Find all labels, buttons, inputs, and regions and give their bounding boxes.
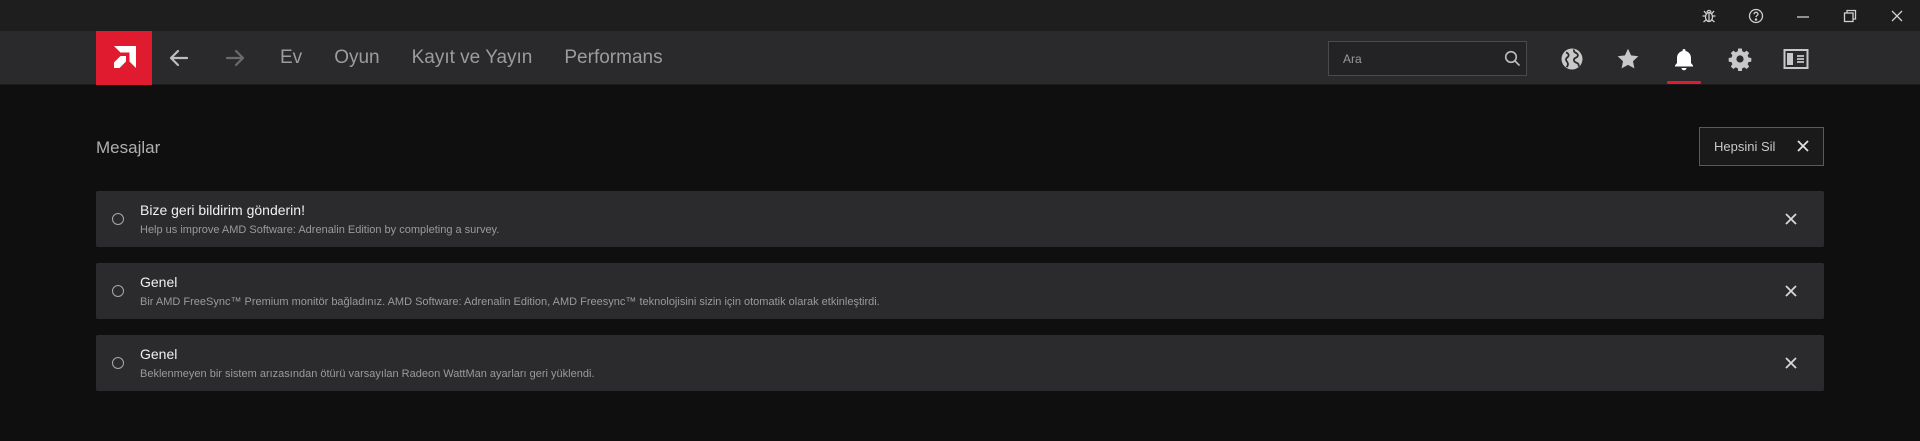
- nav-bar: Ev Oyun Kayıt ve Yayın Performans: [0, 31, 1920, 85]
- search-input[interactable]: [1343, 51, 1498, 66]
- title-bar: [0, 0, 1920, 31]
- sidebar-toggle-icon[interactable]: [1779, 42, 1813, 76]
- message-card[interactable]: Bize geri bildirim gönderin! Help us imp…: [96, 191, 1824, 247]
- dismiss-icon[interactable]: [1782, 282, 1800, 300]
- globe-icon[interactable]: [1555, 42, 1589, 76]
- close-icon: [1795, 138, 1811, 157]
- message-body: Beklenmeyen bir sistem arızasından ötürü…: [140, 368, 595, 380]
- search-icon[interactable]: [1498, 42, 1526, 75]
- help-icon[interactable]: [1732, 0, 1779, 31]
- minimize-icon[interactable]: [1779, 0, 1826, 31]
- clear-all-button[interactable]: Hepsini Sil: [1699, 127, 1824, 166]
- unread-indicator[interactable]: [112, 357, 124, 369]
- back-arrow-icon[interactable]: [164, 43, 194, 73]
- nav-link-gaming[interactable]: Oyun: [334, 47, 379, 69]
- message-title: Genel: [140, 346, 178, 362]
- message-card[interactable]: Genel Beklenmeyen bir sistem arızasından…: [96, 335, 1824, 391]
- forward-arrow-icon[interactable]: [220, 43, 250, 73]
- bug-icon[interactable]: [1685, 0, 1732, 31]
- message-title: Genel: [140, 274, 178, 290]
- amd-logo[interactable]: [96, 31, 152, 85]
- nav-link-performance[interactable]: Performans: [564, 47, 662, 69]
- restore-icon[interactable]: [1826, 0, 1873, 31]
- unread-indicator[interactable]: [112, 285, 124, 297]
- message-body: Bir AMD FreeSync™ Premium monitör bağlad…: [140, 296, 880, 308]
- nav-link-record-stream[interactable]: Kayıt ve Yayın: [412, 47, 533, 69]
- message-title: Bize geri bildirim gönderin!: [140, 202, 305, 218]
- page-title: Mesajlar: [96, 138, 161, 157]
- clear-all-label: Hepsini Sil: [1714, 139, 1776, 154]
- dismiss-icon[interactable]: [1782, 210, 1800, 228]
- active-tab-indicator: [1667, 81, 1701, 84]
- bell-icon[interactable]: [1667, 42, 1701, 76]
- star-icon[interactable]: [1611, 42, 1645, 76]
- search-box: [1328, 41, 1527, 76]
- nav-links: Ev Oyun Kayıt ve Yayın Performans: [280, 31, 695, 85]
- unread-indicator[interactable]: [112, 213, 124, 225]
- close-icon[interactable]: [1873, 0, 1920, 31]
- dismiss-icon[interactable]: [1782, 354, 1800, 372]
- message-card[interactable]: Genel Bir AMD FreeSync™ Premium monitör …: [96, 263, 1824, 319]
- gear-icon[interactable]: [1723, 42, 1757, 76]
- message-body: Help us improve AMD Software: Adrenalin …: [140, 224, 500, 236]
- nav-link-home[interactable]: Ev: [280, 47, 302, 69]
